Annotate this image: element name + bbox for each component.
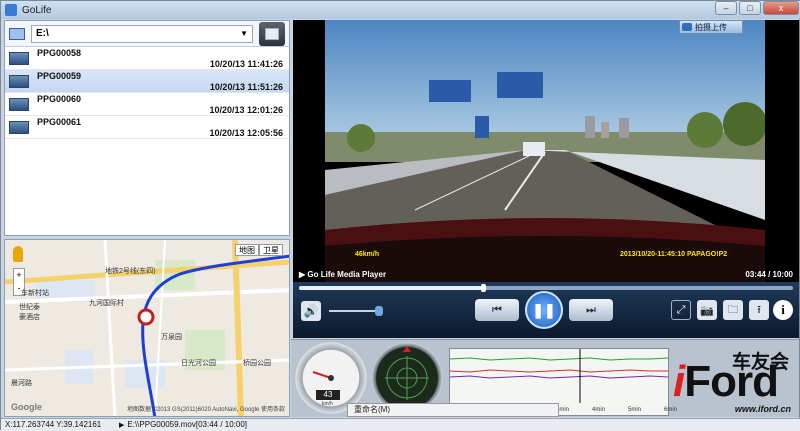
video-frame [325, 20, 765, 282]
video-thumbnail-icon [9, 75, 29, 88]
file-name: PPG00061 [37, 117, 82, 127]
file-list-item[interactable]: PPG00060 10/20/13 12:01:26 [5, 93, 289, 116]
watermark-url: www.iford.cn [734, 404, 791, 414]
g-sensor-plot [449, 349, 669, 403]
drive-bar: E:\ ▼ [5, 21, 289, 47]
folder-icon [265, 28, 279, 40]
file-name: PPG00059 [37, 71, 82, 81]
status-bar: X:117.263744 Y:39.142161 E:\\PPG00059.mo… [1, 418, 800, 431]
seek-bar-progress [299, 286, 484, 290]
upload-button-label: 拍摄上传 [695, 22, 727, 32]
file-name: PPG00058 [37, 48, 82, 58]
file-date: 10/20/13 12:01:26 [209, 105, 283, 115]
previous-button[interactable]: ⏮ [475, 299, 519, 321]
control-bar: 🔊 ⏮ ❚❚ ⏭ ⤢ 📷 🗀 ⭱ i [293, 282, 799, 338]
window-controls: – □ x [715, 1, 799, 15]
app-window: GoLife – □ x E:\ ▼ PPG00058 10/20/13 11:4… [0, 0, 800, 431]
window-title: GoLife [22, 4, 52, 16]
g-sensor-tick-label: 5min [628, 407, 642, 413]
minimize-button[interactable]: – [715, 1, 737, 15]
volume-slider-handle[interactable] [375, 306, 383, 316]
file-date: 10/20/13 12:05:56 [209, 128, 283, 138]
drive-select[interactable]: E:\ ▼ [31, 24, 253, 43]
dashcam-scene [325, 20, 765, 282]
drive-select-value: E:\ [36, 27, 49, 39]
map-label-area: 晨河路 [11, 380, 32, 387]
volume-icon[interactable]: 🔊 [301, 301, 321, 321]
map-type-map[interactable]: 地图 [235, 244, 259, 256]
export-button[interactable]: ⭱ [749, 300, 769, 320]
file-list-item[interactable]: PPG00059 10/20/13 11:51:26 [5, 70, 289, 93]
upload-button[interactable]: 拍摄上传 [679, 20, 743, 34]
file-list: PPG00058 10/20/13 11:41:26 PPG00059 10/20/1… [5, 47, 289, 139]
map-type-satellite[interactable]: 卫星 [259, 244, 283, 256]
volume-slider[interactable] [329, 310, 381, 312]
title-bar[interactable]: GoLife – □ x [1, 1, 800, 19]
video-thumbnail-icon [9, 121, 29, 134]
maximize-button[interactable]: □ [739, 1, 761, 15]
next-button[interactable]: ⏭ [569, 299, 613, 321]
file-list-item[interactable]: PPG00058 10/20/13 11:41:26 [5, 47, 289, 70]
gps-coordinates: X:117.263744 Y:39.142161 [5, 420, 102, 429]
g-sensor-tick-label: 6min [664, 407, 678, 413]
speed-overlay: 46km/h [355, 251, 380, 258]
timestamp-overlay: 2013/10/20-11:45:10 PAPAGO!P2 [620, 251, 728, 258]
chevron-down-icon: ▼ [240, 28, 248, 38]
file-browser-panel: E:\ ▼ PPG00058 10/20/13 11:41:26 PPG00059 1… [4, 20, 290, 236]
pegman-icon[interactable] [13, 246, 23, 262]
save-folder-button[interactable]: 🗀 [723, 300, 743, 320]
close-button[interactable]: x [763, 1, 799, 15]
map-label-park: 九河国际村 [89, 300, 124, 307]
video-thumbnail-icon [9, 98, 29, 111]
app-icon [5, 4, 17, 16]
open-folder-button[interactable] [259, 22, 285, 46]
watermark-logo: iFord [673, 357, 779, 407]
video-thumbnail-icon [9, 52, 29, 65]
rename-menu-item[interactable]: 重命名(M) [347, 403, 559, 417]
file-list-item[interactable]: PPG00061 10/20/13 12:05:56 [5, 116, 289, 139]
file-name: PPG00060 [37, 94, 82, 104]
file-date: 10/20/13 11:51:26 [209, 82, 283, 92]
fullscreen-button[interactable]: ⤢ [671, 300, 691, 320]
playback-time: 03:44 / 10:00 [745, 270, 793, 279]
g-sensor-tick-label: 4min [592, 407, 606, 413]
seek-bar[interactable] [299, 284, 793, 292]
speed-readout: 43 [316, 390, 340, 400]
file-date: 10/20/13 11:41:26 [209, 59, 283, 69]
cloud-upload-icon [682, 23, 692, 31]
zoom-in-button[interactable]: + [14, 269, 24, 282]
map-label-subway: 地铁2号线(东四) [105, 268, 156, 275]
snapshot-button[interactable]: 📷 [697, 300, 717, 320]
watermark-logo-i: i [673, 357, 685, 406]
map-label-hotel: 世纪泰 豪酒店 [19, 304, 40, 321]
info-button[interactable]: i [773, 300, 793, 320]
player-title: ▶ Go Life Media Player [299, 270, 387, 279]
video-player[interactable]: 拍摄上传 46km/h 2013/10/20-11:45:10 PAPAGO!P… [293, 20, 799, 282]
map-label-bridge: 桥园公园 [243, 360, 271, 367]
map-type-control: 地图 卫星 [235, 244, 283, 256]
pause-button[interactable]: ❚❚ [525, 291, 563, 329]
map-copyright: 地图数据 ©2013 GS(2011)6020 AutoNavi, Google… [126, 407, 285, 413]
map-panel[interactable]: + - 地图 卫星 地铁2号线(东四) 车新村站 九河国际村 世纪泰 豪酒店 万… [4, 239, 290, 417]
current-file-info: E:\\PPG00059.mov[03:44 / 10:00] [119, 420, 247, 429]
map-label-road: 日光河公园 [181, 360, 216, 367]
watermark-logo-rest: Ford [684, 357, 779, 406]
seek-bar-handle[interactable] [481, 284, 487, 292]
player-title-text: Go Life Media Player [307, 270, 387, 279]
drive-icon [9, 27, 25, 40]
map-label-station: 车新村站 [21, 290, 49, 297]
speed-unit: km/h [322, 401, 333, 407]
google-logo: Google [11, 402, 42, 412]
map-label-park2: 万泉园 [161, 334, 182, 341]
